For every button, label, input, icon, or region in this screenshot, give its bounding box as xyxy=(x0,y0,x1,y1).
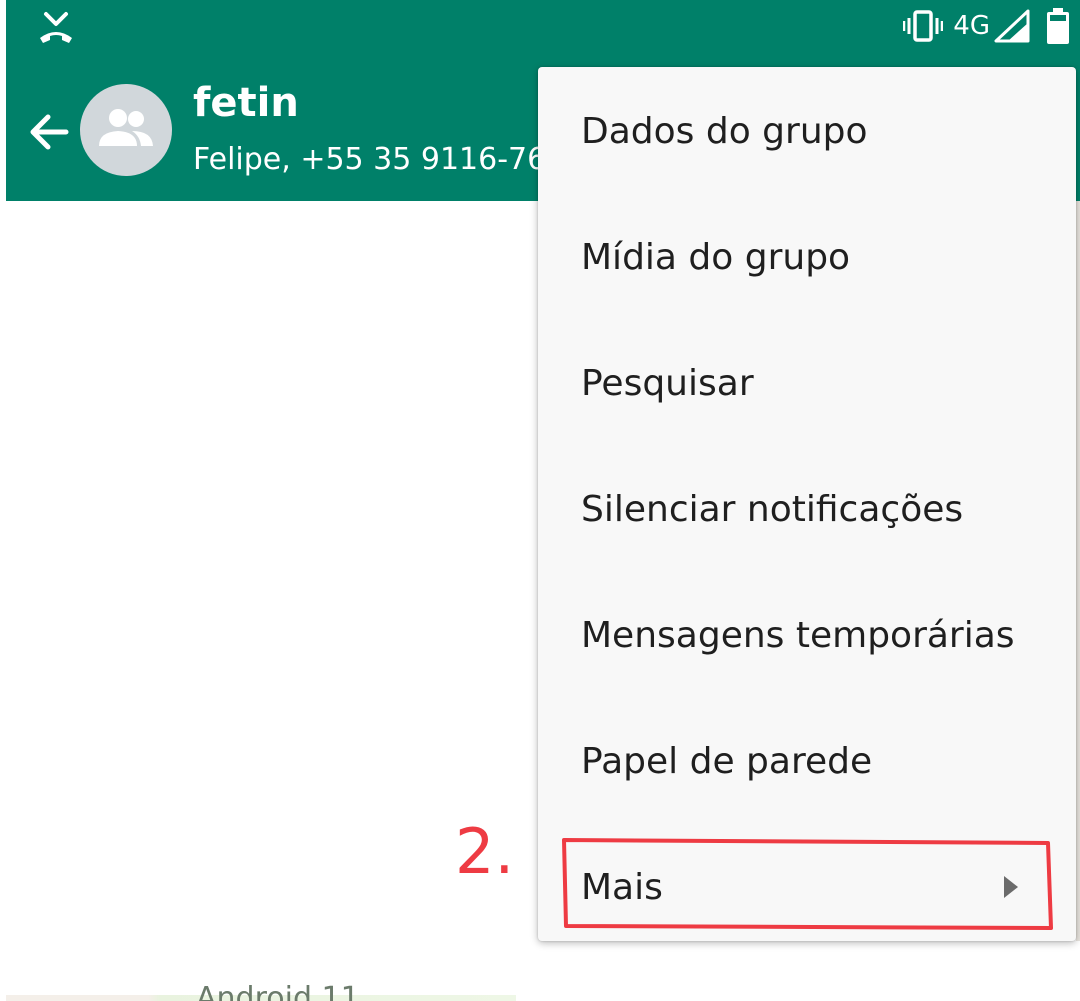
menu-item-label: Pesquisar xyxy=(581,362,754,404)
menu-item-dados-do-grupo[interactable]: Dados do grupo xyxy=(538,68,1076,194)
menu-item-label: Mensagens temporárias xyxy=(581,614,1015,656)
signal-icon xyxy=(994,9,1030,43)
menu-item-label: Mídia do grupo xyxy=(581,236,851,278)
vibrate-icon xyxy=(903,10,944,42)
overflow-menu: Dados do grupo Mídia do grupo Pesquisar … xyxy=(538,67,1076,941)
chat-background-edge xyxy=(1076,201,1080,941)
chat-subtitle[interactable]: Felipe, +55 35 9116-7669 xyxy=(193,142,553,177)
menu-item-papel-de-parede[interactable]: Papel de parede xyxy=(538,698,1076,824)
network-type-label: 4G xyxy=(953,11,990,41)
menu-item-pesquisar[interactable]: Pesquisar xyxy=(538,320,1076,446)
menu-item-label: Dados do grupo xyxy=(581,110,868,152)
bottom-partial-text: Android 11 xyxy=(196,981,360,1001)
menu-item-silenciar-notificacoes[interactable]: Silenciar notificações xyxy=(538,446,1076,572)
chat-title[interactable]: fetin xyxy=(193,80,299,126)
menu-item-mais[interactable]: Mais xyxy=(538,824,1076,950)
battery-icon xyxy=(1047,8,1069,44)
menu-item-label: Mais xyxy=(581,866,663,908)
missed-call-icon xyxy=(40,12,72,43)
group-icon xyxy=(99,109,153,146)
screen: 4G fetin Felipe, +55 35 9116-7669 Androi… xyxy=(6,0,1080,1001)
menu-item-label: Silenciar notificações xyxy=(581,488,964,530)
avatar[interactable] xyxy=(80,84,172,176)
menu-item-midia-do-grupo[interactable]: Mídia do grupo xyxy=(538,194,1076,320)
menu-item-mensagens-temporarias[interactable]: Mensagens temporárias xyxy=(538,572,1076,698)
submenu-arrow-icon xyxy=(1004,876,1018,898)
annotation-label: 2. xyxy=(455,815,515,888)
menu-item-label: Papel de parede xyxy=(581,740,873,782)
status-icons: 4G xyxy=(903,6,1072,46)
arrow-back-icon[interactable] xyxy=(26,108,74,156)
